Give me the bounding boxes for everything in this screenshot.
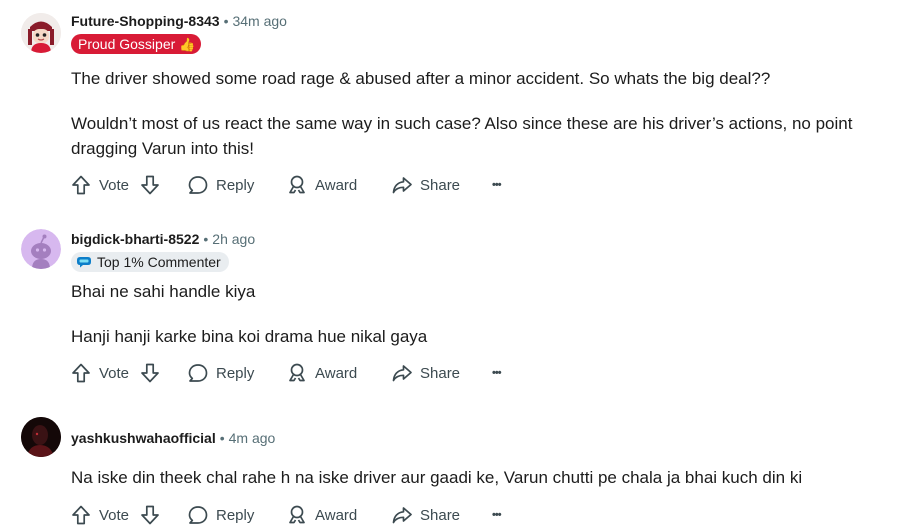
award-icon [289,505,305,524]
upvote-button[interactable]: Vote [70,503,129,527]
comment-body: Bhai ne sahi handle kiya Hanji hanji kar… [71,279,891,349]
avatar[interactable] [21,417,61,457]
comment-meta: bigdick-bharti-8522 • 2h ago [71,230,255,248]
share-arrow-icon [392,365,412,382]
comment-paragraph: Hanji hanji karke bina koi drama hue nik… [71,327,428,346]
username[interactable]: bigdick-bharti-8522 [71,231,199,247]
profile-photo-icon [21,417,61,457]
downvote-arrow-icon [141,505,159,525]
comment-body: The driver showed some road rage & abuse… [71,66,891,161]
upvote-arrow-icon [72,363,90,383]
vote-label: Vote [99,506,130,524]
downvote-button[interactable] [139,361,161,385]
award-icon [289,363,305,382]
award-button[interactable]: Award [286,361,357,385]
upvote-arrow-icon [72,175,90,195]
share-button[interactable]: Share [391,361,460,385]
upvote-arrow-icon [72,505,90,525]
downvote-button[interactable] [139,503,161,527]
share-label: Share [420,176,461,194]
reply-label: Reply [216,364,255,382]
thumbs-up-icon: 👍 [179,37,196,52]
award-icon [289,175,305,194]
comment-paragraph: The driver showed some road rage & abuse… [71,69,771,88]
vote-label: Vote [99,176,130,194]
more-options-icon: ••• [492,179,502,191]
share-arrow-icon [392,507,412,524]
award-label: Award [315,506,358,524]
meta-separator: • [203,231,209,247]
speech-bubble-icon [188,506,208,524]
award-label: Award [315,176,358,194]
comment-paragraph: Na iske din theek chal rahe h na iske dr… [71,468,803,487]
more-options-icon: ••• [492,509,502,521]
share-button[interactable]: Share [391,173,460,197]
share-label: Share [420,506,461,524]
timestamp[interactable]: 2h ago [212,231,255,247]
user-flair: Top 1% Commenter [71,252,229,272]
more-options-icon: ••• [492,367,502,379]
award-button[interactable]: Award [286,503,357,527]
downvote-arrow-icon [141,363,159,383]
comment-meta: yashkushwahaofficial • 4m ago [71,429,275,447]
award-label: Award [315,364,358,382]
timestamp[interactable]: 4m ago [229,430,276,446]
speech-bubble-icon [188,176,208,194]
share-button[interactable]: Share [391,503,460,527]
upvote-button[interactable]: Vote [70,361,129,385]
comment-paragraph: Bhai ne sahi handle kiya [71,282,256,301]
reply-label: Reply [216,506,255,524]
meta-separator: • [223,13,229,29]
top-commenter-icon [77,257,91,268]
flair-text: Proud Gossiper [78,36,176,52]
downvote-button[interactable] [139,173,161,197]
comment-body: Na iske din theek chal rahe h na iske dr… [71,465,891,490]
downvote-arrow-icon [141,175,159,195]
award-button[interactable]: Award [286,173,357,197]
vote-label: Vote [99,364,130,382]
share-label: Share [420,364,461,382]
upvote-button[interactable]: Vote [70,173,129,197]
user-flair: Proud Gossiper 👍 [71,34,202,54]
username[interactable]: yashkushwahaofficial [71,430,216,446]
reply-button[interactable]: Reply [187,361,254,385]
reply-button[interactable]: Reply [187,173,254,197]
timestamp[interactable]: 34m ago [232,13,286,29]
more-options-button[interactable]: ••• [492,173,502,197]
avatar[interactable] [21,13,61,53]
meta-separator: • [219,430,225,446]
default-snoo-avatar-icon [21,229,61,269]
reply-label: Reply [216,176,255,194]
reply-button[interactable]: Reply [187,503,254,527]
more-options-button[interactable]: ••• [492,503,502,527]
flair-text: Top 1% Commenter [97,254,221,270]
username[interactable]: Future-Shopping-8343 [71,13,220,29]
share-arrow-icon [392,177,412,194]
comment-meta: Future-Shopping-8343 • 34m ago [71,12,287,30]
comment-paragraph: Wouldn’t most of us react the same way i… [71,114,853,158]
avatar[interactable] [21,229,61,269]
speech-bubble-icon [188,364,208,382]
more-options-button[interactable]: ••• [492,361,502,385]
snoo-avatar-icon [21,13,61,53]
